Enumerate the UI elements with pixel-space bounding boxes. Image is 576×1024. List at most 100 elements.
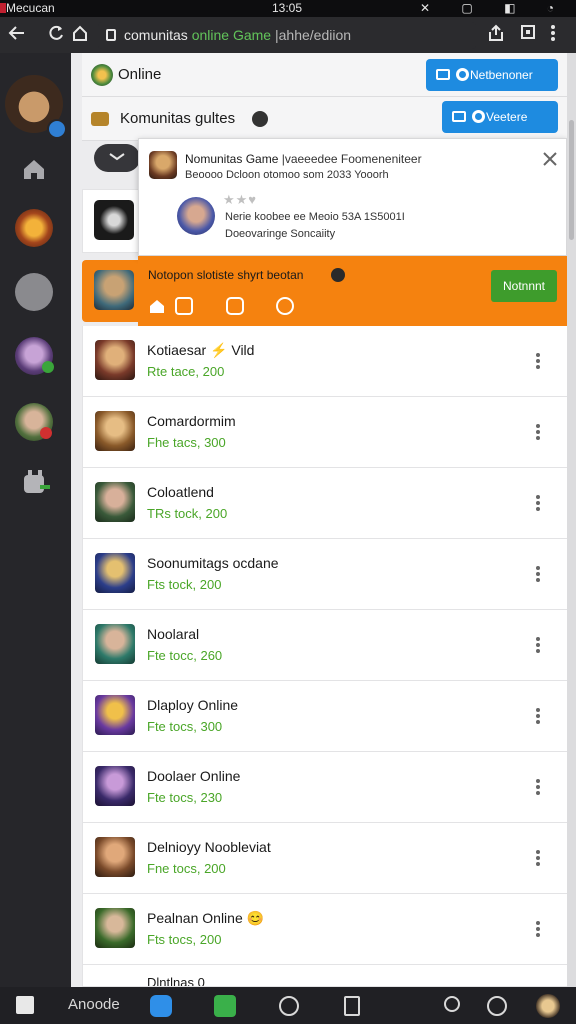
home-icon[interactable] xyxy=(72,24,88,46)
list-item-title: Soonumitags ocdane xyxy=(147,555,279,571)
info-icon xyxy=(331,268,345,282)
system-icons: ✕ ▢ ◧ ◔ xyxy=(420,1,568,15)
list-item[interactable]: Coloatlend TRs tock, 200 xyxy=(82,468,567,539)
list-item[interactable]: Soonumitags ocdane Fts tock, 200 xyxy=(82,539,567,610)
share-button[interactable]: Veetere xyxy=(442,101,558,133)
list-item-subtitle: TRs tock, 200 xyxy=(147,506,228,521)
list-item[interactable]: Dlaploy Online Fte tocs, 300 xyxy=(82,681,567,752)
more-options-icon[interactable] xyxy=(535,423,541,443)
back-arrow-icon[interactable] xyxy=(8,24,26,46)
game-thumbnail xyxy=(95,340,135,380)
more-options-icon[interactable] xyxy=(535,920,541,940)
tabs-icon[interactable] xyxy=(520,24,536,44)
url-highlight: online Game xyxy=(191,27,272,43)
reload-icon[interactable] xyxy=(48,24,64,46)
game-thumbnail xyxy=(94,270,134,310)
robot-icon[interactable] xyxy=(18,467,52,501)
address-bar[interactable]: comunitas online Game |ahhe/ediion xyxy=(98,22,476,49)
list-item[interactable]: Kotiaesar ⚡ Vild Rte tace, 200 xyxy=(82,326,567,397)
carrier-label: Mecucan xyxy=(6,1,55,15)
game-thumbnail xyxy=(94,200,134,240)
refresh-icon xyxy=(456,68,469,81)
list-item[interactable]: Pealnan Online 😊 Fts tocs, 200 xyxy=(82,894,567,965)
share-icon[interactable] xyxy=(487,24,505,46)
banner-text: Notopon slotiste shyrt beotan xyxy=(148,268,304,282)
gift-icon[interactable] xyxy=(226,297,244,315)
more-options-icon[interactable] xyxy=(535,778,541,798)
list-item-subtitle: Rte tace, 200 xyxy=(147,364,225,379)
chat-bubble-icon[interactable] xyxy=(15,273,53,311)
more-options-icon[interactable] xyxy=(535,494,541,514)
clock-icon[interactable] xyxy=(279,996,299,1016)
close-icon[interactable] xyxy=(542,151,558,167)
game-thumbnail xyxy=(95,411,135,451)
menu-icon[interactable] xyxy=(550,24,556,46)
list-item-title: Kotiaesar ⚡ Vild xyxy=(147,342,255,358)
taskbar-label: Anoode xyxy=(68,996,120,1013)
game-logo-icon xyxy=(149,151,177,179)
message-button-label: Netbenoner xyxy=(470,68,533,82)
clock: 13:05 xyxy=(272,1,303,15)
refresh-icon xyxy=(472,110,485,123)
list-item-title: Noolaral xyxy=(147,626,200,642)
game-thumbnail xyxy=(95,695,135,735)
mail-icon xyxy=(452,111,466,122)
scrollbar-thumb[interactable] xyxy=(569,120,574,240)
list-item-title: Doolaer Online xyxy=(147,768,241,784)
message-button[interactable]: Netbenoner xyxy=(426,59,558,91)
chat-app-icon[interactable] xyxy=(214,995,236,1017)
action-button[interactable]: Notnnnt xyxy=(491,270,557,302)
game-thumbnail xyxy=(95,482,135,522)
list-item-title: Coloatlend xyxy=(147,484,214,500)
list-item[interactable]: Doolaer Online Fte tocs, 230 xyxy=(82,752,567,823)
list-item[interactable]: Noolaral Fte tocc, 260 xyxy=(82,610,567,681)
popup-banner: Notopon slotiste shyrt beotan Notnnnt xyxy=(138,256,567,327)
search-icon[interactable] xyxy=(444,996,460,1012)
list-item-title: Pealnan Online 😊 xyxy=(147,910,265,926)
home-icon[interactable] xyxy=(148,297,166,315)
app-icon[interactable] xyxy=(16,996,34,1014)
list-item[interactable]: Dlntlnas 0 xyxy=(82,965,567,987)
settings-icon[interactable] xyxy=(487,996,507,1016)
book-icon[interactable] xyxy=(344,996,360,1016)
popup-info-line1: Nerie koobee ee Meoio 53A 1S5001I xyxy=(225,211,405,223)
notification-popup: Nomunitas Game |vaeeedee Foomeneniteer B… xyxy=(138,138,567,256)
game-thumbnail xyxy=(95,908,135,948)
puzzle-icon[interactable] xyxy=(276,297,294,315)
camera-icon[interactable] xyxy=(175,297,193,315)
more-options-icon[interactable] xyxy=(535,565,541,585)
list-item-title: Delnioyy Noobleviat xyxy=(147,839,271,855)
lock-icon xyxy=(106,29,116,41)
list-item-subtitle: Fts tock, 200 xyxy=(147,577,222,592)
list-item-title: Comardormim xyxy=(147,413,236,429)
popup-info-line2: Doeovaringe Soncaiity xyxy=(225,228,336,240)
more-options-icon[interactable] xyxy=(535,352,541,372)
profile-avatar[interactable] xyxy=(536,994,560,1018)
status-bar: Mecucan 13:05 ✕ ▢ ◧ ◔ xyxy=(0,0,576,17)
game-thumbnail xyxy=(95,624,135,664)
home-icon[interactable] xyxy=(20,155,48,183)
game-icon-fire[interactable] xyxy=(15,209,53,247)
list-item-subtitle: Fhe tacs, 300 xyxy=(147,435,226,450)
bottom-taskbar: Anoode xyxy=(0,987,576,1024)
list-item-subtitle: Fte tocs, 230 xyxy=(147,790,223,805)
player-avatar[interactable] xyxy=(177,197,215,235)
list-item-title: Dlntlnas 0 xyxy=(147,975,205,987)
list-item-title: Dlaploy Online xyxy=(147,697,239,713)
popup-subtitle: Beoooo Dcloon otomoo som 2033 Yooorh xyxy=(185,169,389,181)
sidebar xyxy=(0,53,71,987)
list-item-subtitle: Fts tocs, 200 xyxy=(147,932,222,947)
online-label: Online xyxy=(118,66,162,83)
url-domain: comunitas xyxy=(124,27,192,43)
more-options-icon[interactable] xyxy=(535,849,541,869)
more-options-icon[interactable] xyxy=(535,636,541,656)
community-logo-icon xyxy=(91,112,109,126)
game-thumbnail xyxy=(95,766,135,806)
verified-icon xyxy=(252,111,268,127)
list-item[interactable]: Delnioyy Noobleviat Fne tocs, 200 xyxy=(82,823,567,894)
chat-toggle[interactable] xyxy=(94,144,140,172)
popup-title-suffix: |vaeeedee Foomeneniteer xyxy=(278,152,422,166)
more-options-icon[interactable] xyxy=(535,707,541,727)
list-item[interactable]: Comardormim Fhe tacs, 300 xyxy=(82,397,567,468)
browser-icon[interactable] xyxy=(150,995,172,1017)
